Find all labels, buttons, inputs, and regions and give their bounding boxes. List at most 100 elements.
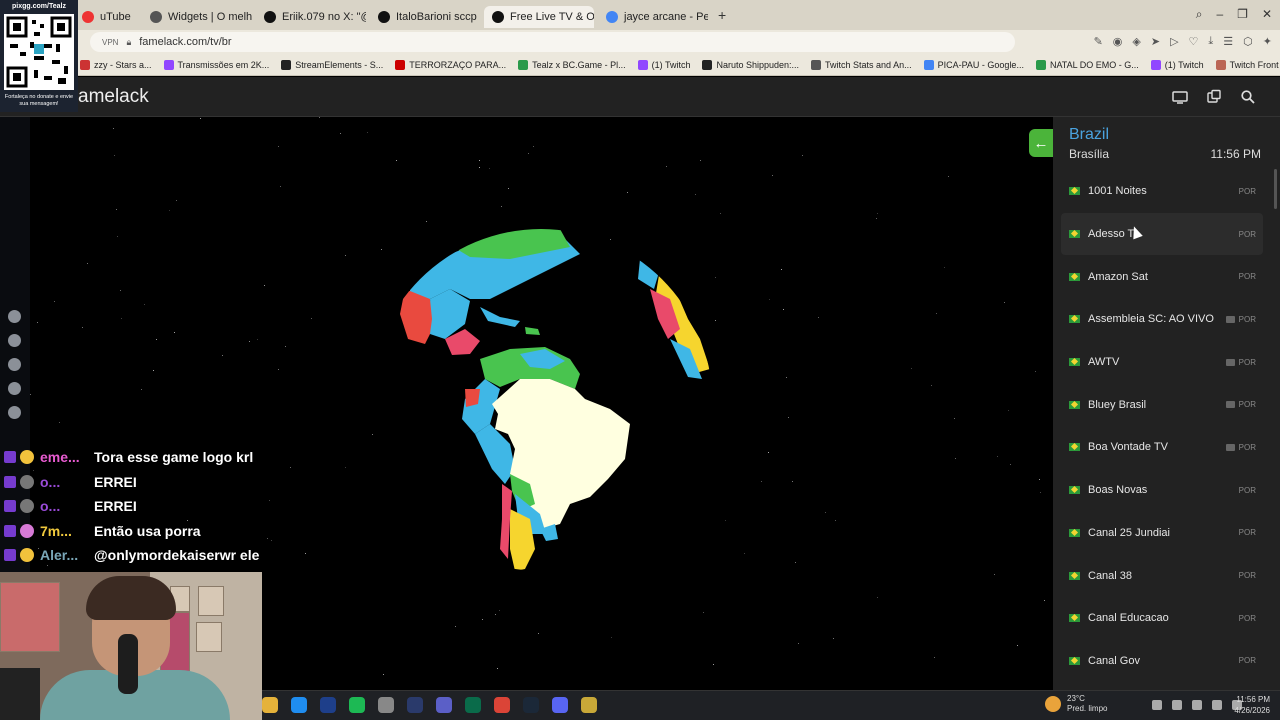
heart-icon[interactable]: ♡ (1189, 35, 1199, 48)
bookmark-item[interactable]: PICA-PAU - Google... (923, 59, 1024, 70)
maximize-icon[interactable]: ❐ (1237, 7, 1248, 22)
tab-label: ItaloBarioni sccp no X: " (396, 10, 480, 23)
browser-tab[interactable]: jayce arcane - Pesquisa (598, 6, 708, 28)
channel-item[interactable]: 1001 Noites POR (1061, 170, 1263, 213)
bookmark-favicon-icon (163, 59, 174, 70)
search-icon[interactable] (1240, 89, 1256, 105)
star (695, 194, 696, 195)
channel-item[interactable]: Canal 25 Jundiai POR (1061, 512, 1263, 555)
bookmark-item[interactable]: Transmissões em 2K... (163, 59, 270, 70)
browser-tab[interactable]: uTube (74, 6, 138, 28)
channel-name: Assembleia SC: AO VIVO (1088, 313, 1214, 326)
browser-tab[interactable]: Free Live TV & Online R (484, 5, 594, 28)
close-icon[interactable]: ✕ (1262, 7, 1272, 22)
taskbar-app-icon[interactable] (436, 697, 452, 713)
star (176, 200, 177, 201)
browser-tab[interactable]: Widgets | O melhor soft (142, 6, 252, 28)
channel-item[interactable]: Boas Novas POR (1061, 469, 1263, 512)
browser-tab[interactable]: ItaloBarioni sccp no X: " (370, 6, 480, 28)
bookmark-item[interactable]: Twitch Front Page P... (1215, 59, 1280, 70)
mic-icon[interactable] (1172, 700, 1182, 710)
channel-item[interactable]: Boa Vontade TV POR (1061, 426, 1263, 469)
chat-username: o... (40, 473, 61, 490)
ai-icon[interactable]: ✦ (1263, 35, 1272, 48)
star (955, 458, 956, 459)
channel-name: Canal Gov (1088, 654, 1140, 667)
taskbar-app-icon[interactable] (320, 697, 336, 713)
brazil-flag-icon (1069, 272, 1080, 281)
bookmark-label: TERRORZAÇO PARA... (409, 59, 507, 70)
qr-donate-overlay: pixgg.com/Tealz Fortaleça no donate e en… (0, 0, 78, 112)
bookmark-item[interactable]: (1) Twitch (1150, 59, 1204, 70)
brazil-flag-icon (1069, 358, 1080, 367)
globe-map[interactable] (370, 229, 712, 571)
panel-scrollbar[interactable] (1274, 169, 1277, 209)
address-bar[interactable]: VPN 🔒︎ famelack.com/tv/br (90, 32, 1015, 52)
edit-icon[interactable]: ✎ (1094, 35, 1103, 48)
header-actions (1172, 89, 1256, 105)
bookmark-item[interactable]: Naruto Shippuden:... (702, 59, 799, 70)
url-text[interactable]: famelack.com/tv/br (139, 36, 231, 48)
channel-item[interactable]: Amazon Sat POR (1061, 255, 1263, 298)
star (285, 346, 286, 347)
chevron-up-icon[interactable] (1152, 700, 1162, 710)
extensions-icon[interactable]: ⬡ (1243, 35, 1253, 48)
bookmark-item[interactable]: (1) Twitch (637, 59, 690, 70)
brand-logo[interactable]: amelack (78, 86, 149, 108)
play-icon[interactable]: ▷ (1170, 35, 1178, 48)
download-icon[interactable]: ⤓ (1208, 35, 1213, 48)
taskbar-app-icon[interactable] (523, 697, 539, 713)
star (345, 467, 346, 468)
network-icon[interactable] (1192, 700, 1202, 710)
taskbar-app-icon[interactable] (291, 697, 307, 713)
bookmark-item[interactable]: Twitch Stats and An... (811, 59, 912, 70)
shield-icon[interactable]: ◈ (1132, 35, 1140, 48)
bookmark-item[interactable]: zzy - Stars a... (80, 59, 152, 70)
channel-item[interactable]: Bluey Brasil POR (1061, 383, 1263, 426)
channel-item[interactable]: Canal Educacao POR (1061, 597, 1263, 640)
minimize-icon[interactable]: – (1216, 7, 1223, 22)
taskbar-app-icon[interactable] (552, 697, 568, 713)
taskbar-apps (262, 697, 597, 713)
channel-language: POR (1238, 528, 1256, 538)
window-controls: ⌕ – ❐ ✕ (1196, 7, 1272, 22)
channel-item[interactable]: Adesso T POR (1061, 212, 1263, 256)
twitch-icon (4, 475, 16, 488)
bookmark-item[interactable]: Tealz x BC.Game - Pl... (518, 59, 626, 70)
browser-tab[interactable]: Eriik.079 no X: "@WildR (256, 6, 366, 28)
channel-list: 1001 Noites POR Adesso T POR Amazon Sat POR As… (1061, 170, 1263, 682)
bookmark-item[interactable]: StreamElements - S... (281, 59, 383, 70)
taskbar-app-icon[interactable] (349, 697, 365, 713)
tv-icon[interactable] (1172, 89, 1188, 105)
volume-icon[interactable] (1212, 700, 1222, 710)
bookmark-label: Transmissões em 2K... (177, 59, 270, 70)
weather-widget[interactable]: 23°C Pred. limpo (1045, 694, 1107, 714)
taskbar-app-icon[interactable] (407, 697, 423, 713)
channel-item[interactable]: Canal Gov POR (1061, 640, 1263, 683)
star (944, 267, 945, 268)
taskbar-app-icon[interactable] (378, 697, 394, 713)
camera-icon[interactable]: ◉ (1113, 35, 1123, 48)
search-tabs-icon[interactable]: ⌕ (1196, 7, 1203, 22)
mic-arm (0, 668, 40, 720)
system-clock[interactable]: 11:56 PM 4/26/2026 (1234, 694, 1270, 716)
star (533, 146, 534, 147)
bookmark-item[interactable]: TERRORZAÇO PARA... (395, 59, 507, 70)
taskbar-app-icon[interactable] (581, 697, 597, 713)
back-arrow-button[interactable]: ← (1029, 129, 1053, 157)
send-icon[interactable]: ➤ (1151, 35, 1160, 48)
channel-name: Boas Novas (1088, 484, 1148, 497)
taskbar-app-icon[interactable] (465, 697, 481, 713)
star (769, 299, 770, 300)
vpn-badge[interactable]: VPN (102, 38, 118, 47)
channel-item[interactable]: Assembleia SC: AO VIVO POR (1061, 298, 1263, 341)
channel-item[interactable]: Canal 38 POR (1061, 554, 1263, 597)
globe[interactable] (356, 215, 726, 585)
new-tab-button[interactable]: + (718, 7, 726, 23)
taskbar-app-icon[interactable] (494, 697, 510, 713)
bookmark-item[interactable]: NATAL DO EMO - G... (1035, 59, 1139, 70)
channel-item[interactable]: AWTV POR (1061, 341, 1263, 384)
settings-icon[interactable]: ☰ (1223, 35, 1233, 48)
taskbar-app-icon[interactable] (262, 697, 278, 713)
shuffle-icon[interactable] (1206, 89, 1222, 105)
